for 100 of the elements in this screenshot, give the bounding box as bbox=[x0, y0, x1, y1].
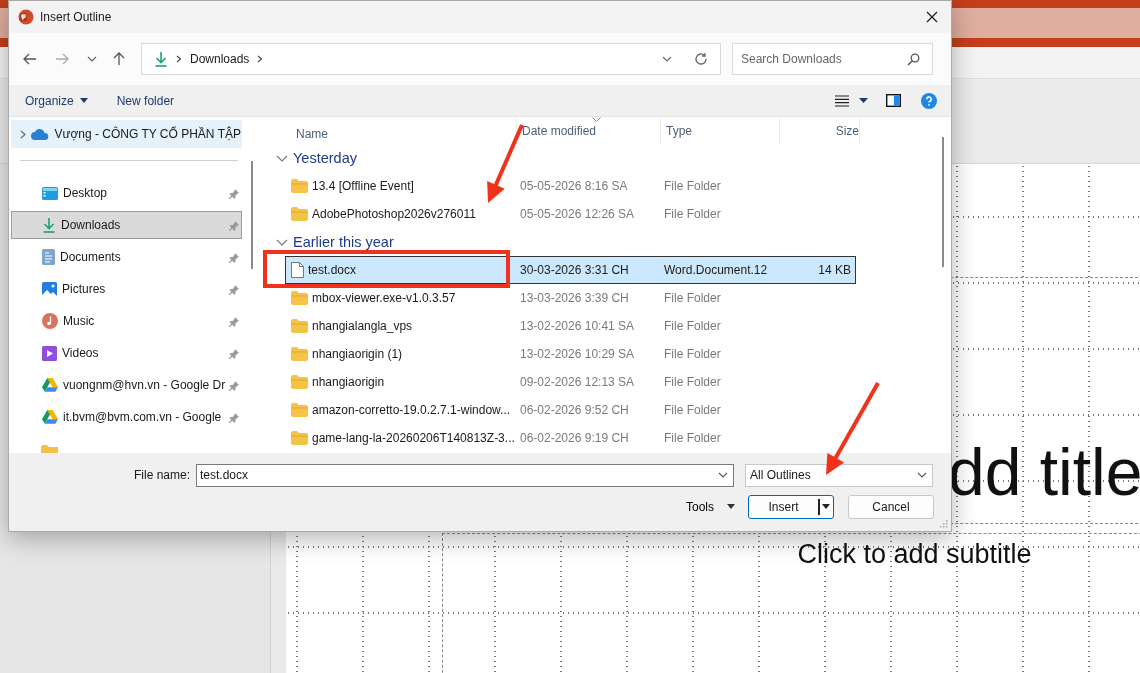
drive-icon bbox=[42, 410, 58, 424]
folder-icon bbox=[291, 179, 308, 193]
file-row[interactable]: test.docx 30-03-2026 3:31 CH Word.Document.12 14 KB bbox=[285, 256, 856, 284]
search-field[interactable]: Search Downloads bbox=[732, 43, 933, 75]
folder-icon bbox=[291, 319, 308, 333]
type-cell-text: File Folder bbox=[664, 375, 722, 389]
nav-item[interactable]: it.bvm@bvm.com.vn - Google bbox=[11, 403, 242, 431]
file-name: amazon-corretto-19.0.2.7.1-window... bbox=[312, 403, 511, 417]
type-cell-text: File Folder bbox=[664, 291, 722, 305]
date-cell-text: 06-02-2026 9:52 CH bbox=[519, 403, 630, 417]
type-cell-text: File Folder bbox=[664, 207, 722, 221]
file-name: AdobePhotoshop2026v276011 bbox=[312, 207, 476, 221]
title-placeholder-text: dd title bbox=[948, 434, 1140, 511]
file-name: nhangiaorigin bbox=[312, 375, 385, 389]
back-icon[interactable] bbox=[23, 53, 37, 65]
pin-icon[interactable] bbox=[229, 189, 239, 199]
chevron-down-icon bbox=[718, 472, 728, 478]
file-row[interactable]: nhangiaorigin 09-02-2026 12:13 SA File Folder bbox=[285, 368, 856, 396]
file-row[interactable]: mbox-viewer.exe-v1.0.3.57 13-03-2026 3:39 CH File Folder bbox=[285, 284, 856, 312]
date-cell-text: 05-05-2026 8:16 SA bbox=[519, 179, 629, 193]
video-icon bbox=[42, 345, 57, 361]
caret-icon[interactable] bbox=[859, 98, 868, 103]
pin-icon[interactable] bbox=[229, 253, 239, 263]
folder-icon bbox=[291, 431, 308, 445]
pin-icon[interactable] bbox=[229, 221, 239, 231]
type-cell-text: File Folder bbox=[664, 319, 722, 333]
sort-icon bbox=[592, 117, 601, 122]
chevron-down-icon bbox=[917, 472, 927, 478]
cloud-icon bbox=[31, 128, 50, 140]
pin-icon[interactable] bbox=[229, 349, 239, 359]
chevron-down-icon[interactable] bbox=[87, 56, 97, 62]
type-cell-text: File Folder bbox=[664, 179, 722, 193]
folder-icon bbox=[291, 347, 308, 361]
size-cell-text: 14 KB bbox=[817, 263, 851, 277]
resize-grip-icon[interactable] bbox=[940, 520, 948, 528]
up-icon[interactable] bbox=[113, 52, 125, 66]
forward-icon[interactable] bbox=[55, 53, 69, 65]
preview-pane-icon[interactable] bbox=[886, 94, 901, 107]
nav-item[interactable]: Vượng - CÔNG TY CỔ PHẦN TẬP bbox=[11, 120, 242, 148]
field-label: File name: bbox=[132, 468, 191, 482]
app-icon bbox=[18, 9, 34, 25]
desktop-icon bbox=[42, 186, 58, 200]
type-cell-text: Word.Document.12 bbox=[664, 263, 769, 277]
chevron-right-icon[interactable] bbox=[20, 129, 26, 139]
file-name: test.docx bbox=[308, 263, 357, 277]
date-cell-text: 13-02-2026 10:41 SA bbox=[519, 319, 636, 333]
date-cell-text: 05-05-2026 12:26 SA bbox=[519, 207, 636, 221]
chevron-down-icon[interactable] bbox=[662, 56, 672, 62]
refresh-icon[interactable] bbox=[694, 52, 708, 66]
date-cell-text: 30-03-2026 3:31 CH bbox=[519, 263, 630, 277]
new-folder-button[interactable]: New folder bbox=[110, 90, 181, 111]
nav-item[interactable]: Pictures bbox=[11, 275, 242, 303]
address-bar[interactable]: Downloads bbox=[141, 43, 721, 75]
insert-button[interactable]: Insert bbox=[748, 494, 834, 519]
organize-button[interactable]: Organize bbox=[19, 90, 94, 111]
pin-icon[interactable] bbox=[229, 413, 239, 423]
folder-icon bbox=[291, 291, 308, 305]
cancel-button[interactable]: Cancel bbox=[848, 494, 934, 519]
caret-icon bbox=[822, 504, 830, 509]
column-header[interactable]: Size bbox=[780, 117, 860, 144]
column-header[interactable]: Date modified bbox=[517, 117, 661, 144]
close-icon[interactable] bbox=[926, 11, 938, 23]
folder-icon bbox=[291, 403, 308, 417]
chevron-right-icon[interactable] bbox=[257, 55, 264, 63]
file-row[interactable]: AdobePhotoshop2026v276011 05-05-2026 12:26 SA File Folder bbox=[285, 200, 856, 228]
group-header[interactable]: Earlier this year bbox=[267, 228, 394, 256]
nav-item[interactable]: Music bbox=[11, 307, 242, 335]
list-view-icon[interactable] bbox=[835, 94, 849, 107]
date-cell-text: 09-02-2026 12:13 SA bbox=[519, 375, 636, 389]
file-icon bbox=[291, 262, 304, 278]
file-type-dropdown[interactable]: All Outlines bbox=[745, 463, 933, 487]
nav-item[interactable]: Documents bbox=[11, 243, 242, 271]
drive-icon bbox=[42, 378, 58, 392]
caret-icon bbox=[79, 98, 88, 103]
tools-button[interactable]: Tools bbox=[686, 499, 735, 514]
document-icon bbox=[42, 249, 55, 265]
file-name: nhangiaorigin (1) bbox=[312, 347, 403, 361]
column-header[interactable]: Type bbox=[661, 117, 780, 144]
pin-icon[interactable] bbox=[229, 285, 239, 295]
download-icon bbox=[42, 217, 56, 233]
pin-icon[interactable] bbox=[229, 317, 239, 327]
breadcrumb[interactable]: Downloads bbox=[190, 52, 250, 66]
nav-item[interactable]: Downloads bbox=[11, 211, 242, 239]
subtitle-placeholder[interactable]: Click to add subtitle bbox=[442, 533, 1140, 673]
file-name-field[interactable]: test.docx bbox=[196, 463, 734, 487]
file-row[interactable]: game-lang-la-20260206T140813Z-3... 06-02-2026 9:19 CH File Folder bbox=[285, 424, 856, 452]
column-header[interactable]: Name bbox=[291, 117, 517, 144]
folder-icon bbox=[291, 207, 308, 221]
nav-item[interactable]: Desktop bbox=[11, 179, 242, 207]
file-row[interactable]: nhangiaorigin (1) 13-02-2026 10:29 SA File Folder bbox=[285, 340, 856, 368]
group-header[interactable]: Yesterday bbox=[267, 144, 357, 172]
download-icon bbox=[154, 51, 168, 67]
help-icon[interactable] bbox=[921, 92, 937, 109]
file-row[interactable]: nhangialangla_vps 13-02-2026 10:41 SA File Folder bbox=[285, 312, 856, 340]
nav-item[interactable]: vuongnm@hvn.vn - Google Dr bbox=[11, 371, 242, 399]
file-row[interactable]: amazon-corretto-19.0.2.7.1-window... 06-02-2026 9:52 CH File Folder bbox=[285, 396, 856, 424]
folder-icon bbox=[291, 375, 308, 389]
pin-icon[interactable] bbox=[229, 381, 239, 391]
file-row[interactable]: 13.4 [Offline Event] 05-05-2026 8:16 SA File Folder bbox=[285, 172, 856, 200]
nav-item[interactable]: Videos bbox=[11, 339, 242, 367]
